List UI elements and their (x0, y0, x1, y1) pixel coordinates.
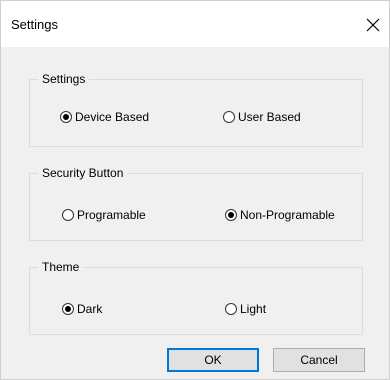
radio-light-label: Light (240, 302, 267, 316)
security-button-group: Security Button Programable Non-Programa… (29, 166, 363, 241)
cancel-button[interactable]: Cancel (273, 348, 365, 372)
radio-device-based-dot (63, 114, 69, 120)
radio-dark-circle[interactable] (62, 303, 74, 315)
radio-user-based-circle[interactable] (223, 111, 235, 123)
radio-light[interactable]: Light (225, 302, 266, 316)
radio-user-based-label: User Based (238, 110, 301, 124)
settings-group-label: Settings (38, 72, 90, 86)
radio-device-based-circle[interactable] (60, 111, 72, 123)
radio-non-programable-dot (228, 212, 234, 218)
radio-light-circle[interactable] (225, 303, 237, 315)
title-bar: Settings (1, 1, 389, 47)
radio-programable-label: Programable (77, 208, 146, 222)
radio-non-programable[interactable]: Non-Programable (225, 208, 335, 222)
security-button-group-label: Security Button (38, 166, 128, 180)
ok-button[interactable]: OK (167, 348, 259, 372)
radio-user-based[interactable]: User Based (223, 110, 301, 124)
radio-dark-label: Dark (77, 302, 103, 316)
radio-programable-circle[interactable] (62, 209, 74, 221)
settings-dialog: Settings Settings Device Based User Base… (0, 0, 390, 380)
radio-programable[interactable]: Programable (62, 208, 146, 222)
theme-group: Theme Dark Light (29, 260, 363, 335)
radio-dark-dot (65, 306, 71, 312)
settings-group: Settings Device Based User Based (29, 72, 363, 147)
radio-device-based[interactable]: Device Based (60, 110, 149, 124)
radio-device-based-label: Device Based (75, 110, 150, 124)
window-title: Settings (11, 17, 58, 32)
radio-non-programable-label: Non-Programable (240, 208, 335, 222)
radio-non-programable-circle[interactable] (225, 209, 237, 221)
close-button[interactable] (359, 11, 387, 39)
radio-dark[interactable]: Dark (62, 302, 102, 316)
theme-group-label: Theme (38, 260, 84, 274)
close-icon (366, 18, 380, 32)
